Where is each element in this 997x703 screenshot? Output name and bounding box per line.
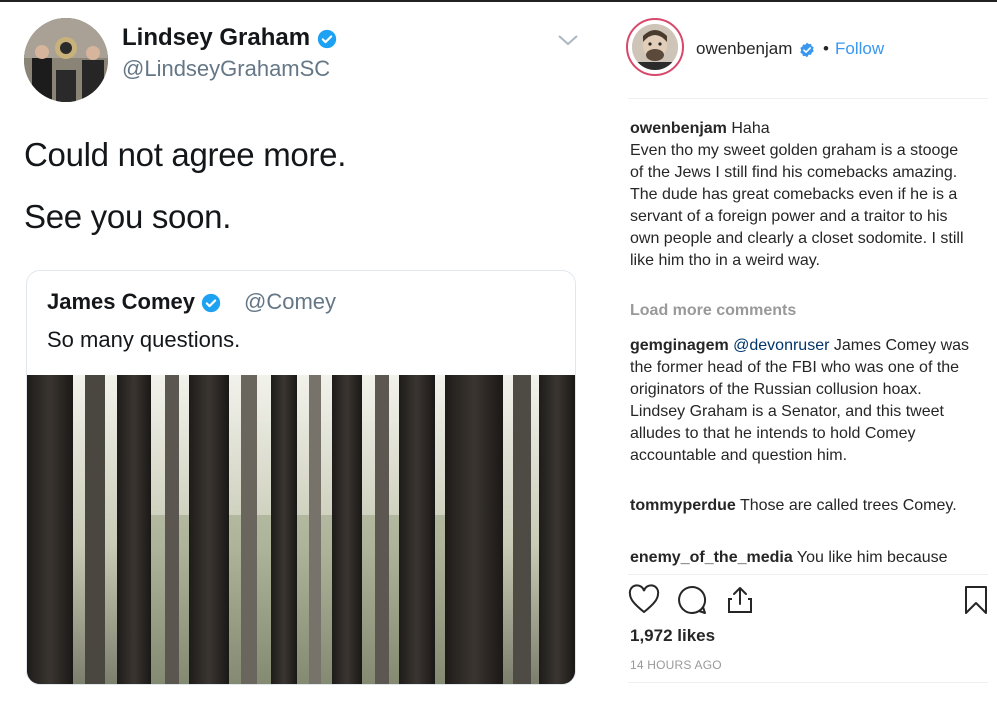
tweet-text-line-2: See you soon. [24,198,232,235]
comment-text: James Comey was the former head of the F… [630,337,970,464]
comment-item: enemy_of_the_media You like him because [630,547,970,569]
verified-badge-icon [201,294,221,313]
follow-button[interactable]: Follow [835,39,884,59]
caption-text: Haha Even tho my sweet golden graham is … [630,120,964,269]
tweet-screenshot: Lindsey Graham @LindseyGrahamSC Could no… [0,2,612,703]
profile-avatar-ring[interactable] [626,18,684,76]
header-divider [628,98,988,99]
bookmark-icon[interactable] [960,584,992,616]
load-more-comments-button[interactable]: Load more comments [630,302,796,320]
quoted-author-name-text: James Comey [47,289,195,314]
comment-item: gemginagem @devonruser James Comey was t… [630,335,970,467]
forest-photo[interactable] [27,375,575,684]
heart-icon[interactable] [628,584,660,616]
quoted-tweet-text: So many questions. [47,327,241,352]
profile-avatar[interactable] [632,24,678,70]
author-avatar[interactable] [24,18,108,102]
post-username-text: owenbenjam [696,39,793,58]
verified-badge-icon [800,42,814,57]
verified-badge-icon [317,29,336,48]
post-username[interactable]: owenbenjam [696,39,815,59]
comment-text: Those are called trees Comey. [735,497,957,514]
tweet-text-line-1: Could not agree more. [24,136,347,173]
post-timestamp[interactable]: 14 HOURS AGO [630,658,722,672]
comment-item: tommyperdue Those are called trees Comey… [630,495,970,517]
share-icon[interactable] [724,584,756,616]
author-name-text: Lindsey Graham [122,24,311,51]
actions-divider [628,574,988,575]
comment-username[interactable]: gemginagem [630,337,729,354]
quoted-author-name: James Comey [47,289,221,315]
quoted-tweet[interactable]: James Comey @Comey So many questions. [26,270,576,685]
instagram-panel: owenbenjam • Follow owenbenjam Haha Even… [612,2,997,703]
footer-divider [628,682,988,683]
like-count[interactable]: 1,972 likes [630,626,715,646]
author-handle[interactable]: @LindseyGrahamSC [122,56,330,82]
comment-mention[interactable]: @devonruser [733,337,829,354]
comment-text: You like him because [792,549,948,566]
author-name[interactable]: Lindsey Graham [122,24,337,52]
chevron-down-icon[interactable] [556,32,580,48]
comment-username[interactable]: enemy_of_the_media [630,549,793,566]
comment-icon[interactable] [676,584,708,616]
quoted-author-handle: @Comey [244,289,337,314]
action-bar [628,584,988,616]
comment-username[interactable]: tommyperdue [630,497,736,514]
caption-username[interactable]: owenbenjam [630,120,727,137]
caption: owenbenjam Haha Even tho my sweet golden… [630,118,970,272]
separator-dot: • [823,39,829,58]
